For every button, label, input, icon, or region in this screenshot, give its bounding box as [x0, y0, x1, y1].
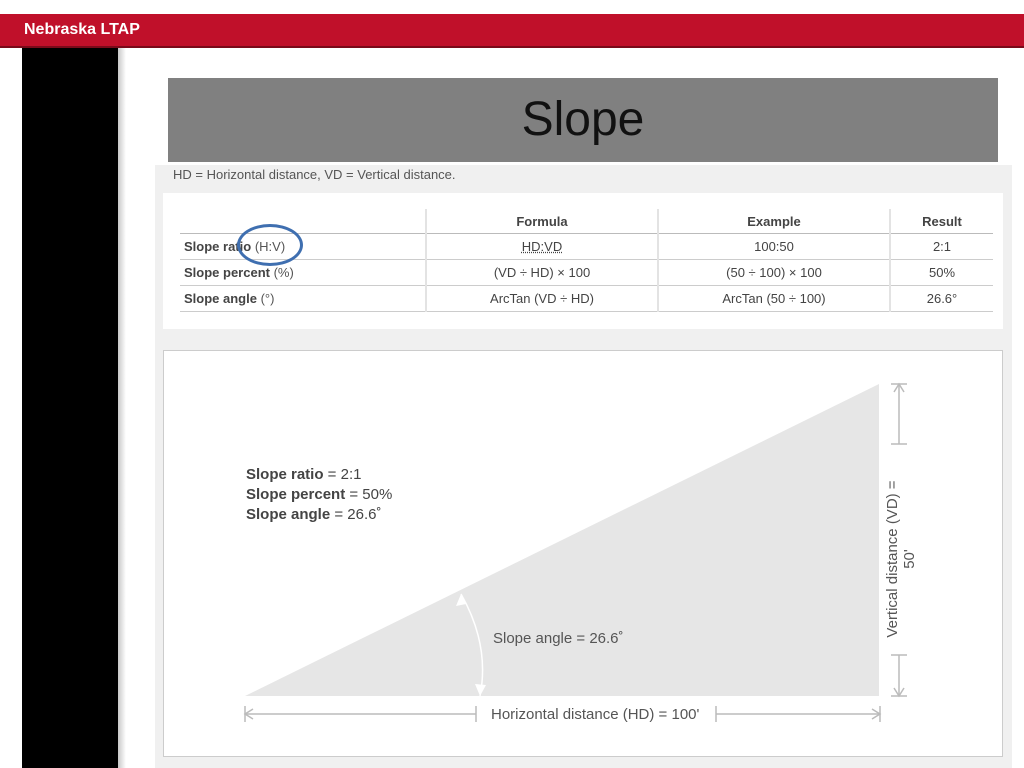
summary-line-ratio: Slope ratio = 2:1: [246, 466, 361, 483]
summary-value: = 26.6˚: [330, 506, 382, 523]
summary-line-angle: Slope angle = 26.6˚: [246, 506, 381, 523]
slope-diagram: [243, 382, 907, 722]
slope-triangle: [245, 384, 879, 696]
summary-value: = 50%: [345, 486, 393, 503]
summary-value: = 2:1: [323, 466, 362, 483]
horizontal-distance-label: Horizontal distance (HD) = 100': [489, 706, 702, 723]
summary-line-percent: Slope percent = 50%: [246, 486, 392, 503]
vertical-distance-label: Vertical distance (VD) = 50': [884, 480, 918, 638]
slope-angle-label: Slope angle = 26.6˚: [493, 630, 624, 647]
summary-label: Slope angle: [246, 506, 331, 523]
summary-label: Slope ratio: [246, 466, 324, 483]
summary-label: Slope percent: [246, 486, 346, 503]
